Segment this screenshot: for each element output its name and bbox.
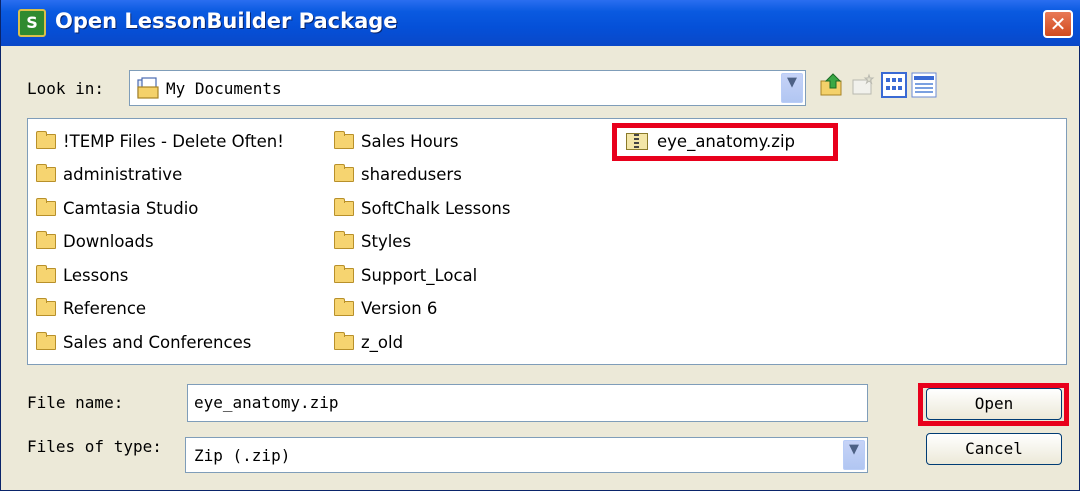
- file-item[interactable]: Downloads: [36, 231, 326, 253]
- look-in-dropdown[interactable]: My Documents ▼: [129, 70, 806, 106]
- folder-icon: [334, 231, 354, 249]
- close-button[interactable]: ✕: [1043, 10, 1073, 38]
- file-type-dropdown[interactable]: Zip (.zip) ▼: [185, 437, 868, 473]
- folder-icon: [36, 164, 56, 182]
- window-title: Open LessonBuilder Package: [55, 9, 398, 33]
- folder-icon: [36, 298, 56, 316]
- folder-icon: [334, 164, 354, 182]
- folder-icon: [334, 265, 354, 283]
- file-item[interactable]: sharedusers: [334, 164, 574, 186]
- folder-icon: [334, 332, 354, 350]
- open-dialog: S Open LessonBuilder Package ✕ Look in: …: [0, 0, 1080, 491]
- look-in-dropdown-arrow[interactable]: ▼: [781, 73, 803, 103]
- cancel-button[interactable]: Cancel: [926, 433, 1062, 465]
- app-icon: S: [18, 9, 46, 37]
- file-item[interactable]: Styles: [334, 231, 574, 253]
- chevron-down-icon: ▼: [849, 442, 859, 457]
- zip-file-highlight: [612, 123, 838, 161]
- file-type-value: Zip (.zip): [194, 446, 291, 465]
- folder-icon: [334, 298, 354, 316]
- new-folder-icon[interactable]: [851, 72, 877, 98]
- file-type-dropdown-arrow[interactable]: ▼: [843, 440, 865, 470]
- folder-icon: [36, 332, 56, 350]
- folder-shortcut-icon: [36, 131, 56, 149]
- file-item[interactable]: SoftChalk Lessons: [334, 198, 574, 220]
- folder-icon: [36, 198, 56, 216]
- file-name-input[interactable]: eye_anatomy.zip: [187, 384, 868, 422]
- file-list[interactable]: !TEMP Files - Delete Often! administrati…: [27, 118, 1067, 365]
- folder-icon: [36, 265, 56, 283]
- file-name-label: File name:: [27, 393, 124, 412]
- folder-icon: [334, 131, 354, 149]
- file-item[interactable]: !TEMP Files - Delete Often!: [36, 131, 326, 153]
- file-item[interactable]: Version 6: [334, 298, 574, 320]
- file-item[interactable]: Lessons: [36, 265, 326, 287]
- close-icon: ✕: [1049, 12, 1067, 36]
- file-item[interactable]: administrative: [36, 164, 326, 186]
- file-item[interactable]: Camtasia Studio: [36, 198, 326, 220]
- title-bar[interactable]: S Open LessonBuilder Package ✕: [1, 0, 1080, 46]
- file-item[interactable]: Reference: [36, 298, 326, 320]
- file-item[interactable]: Support_Local: [334, 265, 574, 287]
- open-button-highlight: [918, 383, 1069, 426]
- file-type-label: Files of type:: [27, 437, 162, 456]
- my-documents-icon: [137, 77, 159, 99]
- file-item[interactable]: Sales Hours: [334, 131, 574, 153]
- list-view-icon[interactable]: [881, 72, 907, 98]
- look-in-label: Look in:: [27, 79, 105, 98]
- folder-icon: [36, 231, 56, 249]
- file-item[interactable]: z_old: [334, 332, 574, 354]
- chevron-down-icon: ▼: [787, 75, 797, 90]
- details-view-icon[interactable]: [911, 72, 937, 98]
- file-item[interactable]: Sales and Conferences: [36, 332, 326, 354]
- folder-icon: [334, 198, 354, 216]
- look-in-value: My Documents: [166, 79, 282, 98]
- up-one-level-icon[interactable]: [819, 72, 845, 98]
